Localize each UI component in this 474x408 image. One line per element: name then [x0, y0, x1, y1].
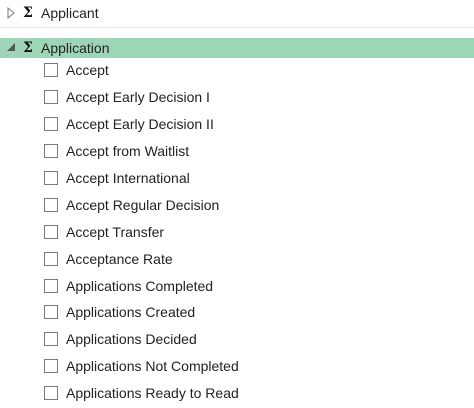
list-item[interactable]: Applications Not Completed — [0, 353, 474, 380]
triangle-down-filled-icon[interactable] — [4, 38, 18, 58]
triangle-right-outline-icon[interactable] — [4, 3, 18, 23]
field-checkbox[interactable] — [44, 90, 58, 105]
field-label: Accept — [66, 62, 109, 79]
list-item[interactable]: Accept from Waitlist — [0, 138, 474, 165]
field-label: Accept Early Decision I — [66, 89, 210, 106]
field-label: Applications Not Completed — [66, 358, 239, 375]
list-item[interactable]: Accept Early Decision I — [0, 84, 474, 111]
field-list-tree: Σ Applicant Σ Application Accept Accept … — [0, 0, 474, 408]
field-checkbox[interactable] — [44, 386, 58, 401]
field-label: Applications Ready to Read — [66, 385, 239, 402]
application-field-list: Accept Accept Early Decision I Accept Ea… — [0, 57, 474, 407]
field-label: Accept Early Decision II — [66, 116, 214, 133]
field-label: Acceptance Rate — [66, 250, 173, 267]
list-item[interactable]: Accept International — [0, 165, 474, 192]
list-item[interactable]: Accept Early Decision II — [0, 111, 474, 138]
list-item[interactable]: Applications Created — [0, 299, 474, 326]
group-row-application[interactable]: Σ Application — [0, 38, 474, 58]
field-checkbox[interactable] — [44, 171, 58, 185]
field-label: Accept Transfer — [66, 223, 165, 240]
divider — [0, 27, 474, 28]
field-checkbox[interactable] — [44, 117, 58, 132]
group-row-applicant[interactable]: Σ Applicant — [0, 3, 474, 23]
field-checkbox[interactable] — [44, 144, 58, 159]
field-checkbox[interactable] — [44, 197, 58, 212]
list-item[interactable]: Applications Completed — [0, 272, 474, 299]
field-label: Accept Regular Decision — [66, 196, 220, 213]
group-label-applicant: Applicant — [41, 5, 99, 21]
sigma-icon: Σ — [23, 5, 33, 21]
field-label: Applications Completed — [66, 277, 214, 294]
field-checkbox[interactable] — [44, 332, 58, 347]
list-item[interactable]: Accept Regular Decision — [0, 191, 474, 218]
list-item[interactable]: Accept Transfer — [0, 218, 474, 245]
list-item[interactable]: Applications Ready to Read — [0, 380, 474, 407]
field-checkbox[interactable] — [44, 359, 58, 374]
list-item[interactable]: Acceptance Rate — [0, 245, 474, 272]
field-checkbox[interactable] — [44, 63, 58, 78]
field-label: Accept from Waitlist — [66, 143, 190, 160]
field-checkbox[interactable] — [44, 278, 58, 293]
group-label-application: Application — [41, 40, 110, 56]
list-item[interactable]: Applications Decided — [0, 326, 474, 353]
field-checkbox[interactable] — [44, 305, 58, 320]
field-label: Applications Decided — [66, 331, 197, 348]
list-item[interactable]: Accept — [0, 57, 474, 84]
field-checkbox[interactable] — [44, 251, 58, 266]
sigma-icon: Σ — [23, 40, 33, 56]
field-label: Applications Created — [66, 304, 196, 321]
field-label: Accept International — [66, 170, 190, 186]
field-checkbox[interactable] — [44, 224, 58, 239]
